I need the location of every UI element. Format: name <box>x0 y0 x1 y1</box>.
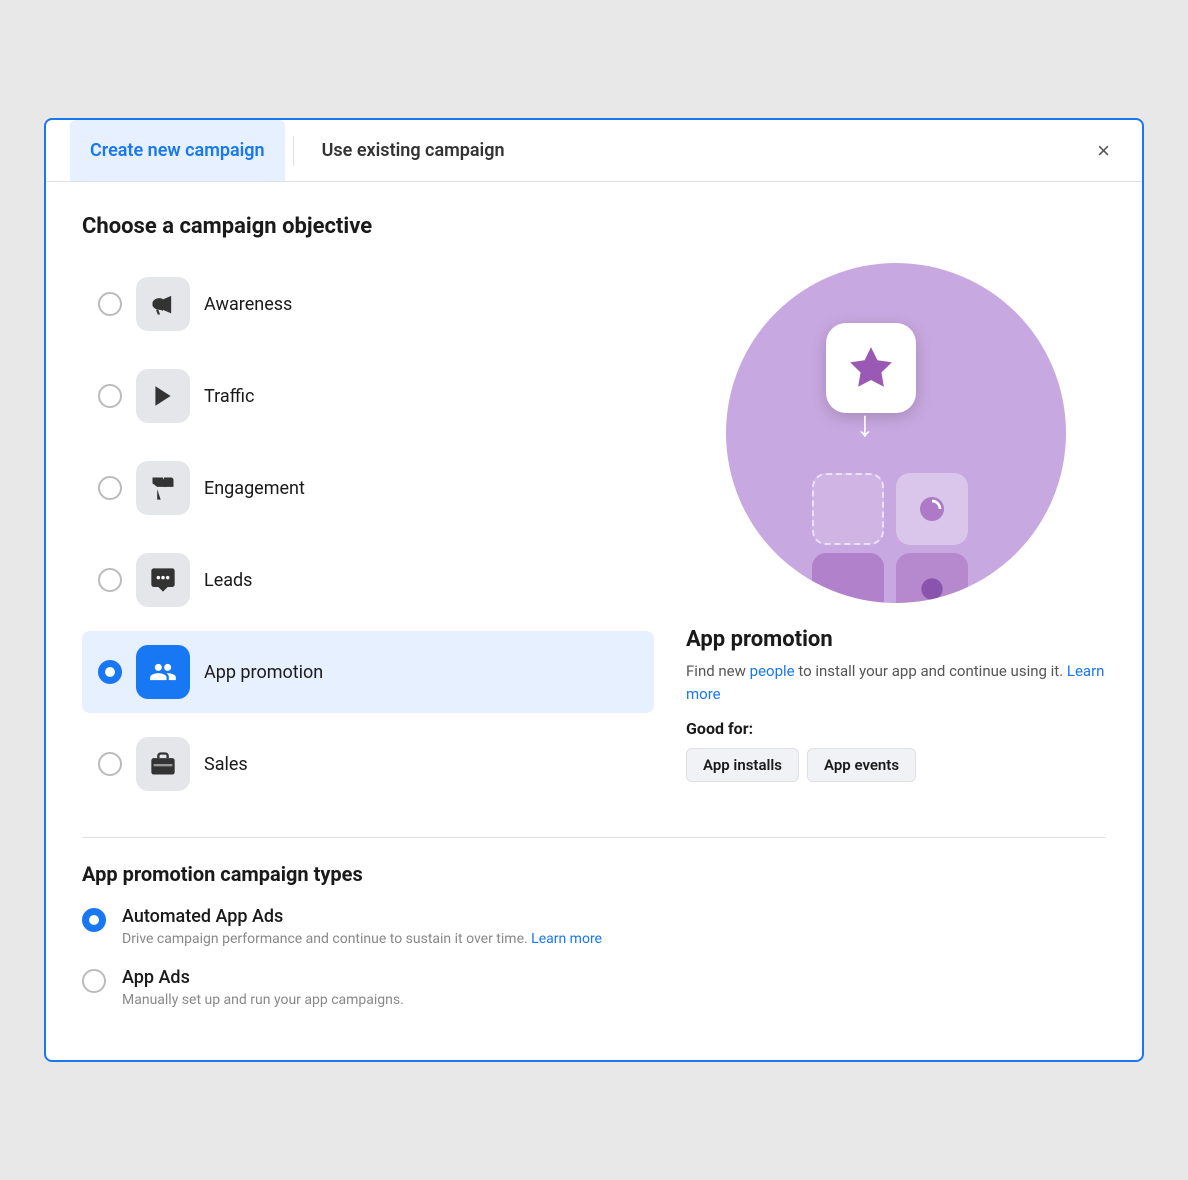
radio-traffic[interactable] <box>98 384 122 408</box>
app-ads-text: App Ads Manually set up and run your app… <box>122 967 404 1008</box>
sales-icon <box>136 737 190 791</box>
radio-automated[interactable] <box>82 908 106 932</box>
app-cell-3 <box>812 553 884 603</box>
automated-desc: Drive campaign performance and continue … <box>122 931 602 947</box>
app-cell-2 <box>896 473 968 545</box>
app-ads-desc: Manually set up and run your app campaig… <box>122 992 404 1008</box>
objective-app-promotion[interactable]: App promotion <box>82 631 654 713</box>
sales-label: Sales <box>204 754 248 775</box>
people-link[interactable]: people <box>750 662 795 680</box>
objective-sales[interactable]: Sales <box>82 723 654 805</box>
automated-text: Automated App Ads Drive campaign perform… <box>122 906 602 947</box>
modal-body: Choose a campaign objective <box>46 182 1142 1060</box>
campaign-types-title: App promotion campaign types <box>82 862 1106 886</box>
tab-create-new[interactable]: Create new campaign <box>70 120 285 181</box>
app-promotion-label: App promotion <box>204 662 323 683</box>
engagement-label: Engagement <box>204 478 305 499</box>
radio-engagement[interactable] <box>98 476 122 500</box>
description-text-1: Find new <box>686 662 750 680</box>
preview-illustration: ↓ <box>726 263 1066 603</box>
tab-use-existing[interactable]: Use existing campaign <box>302 120 525 181</box>
content-grid: Awareness Traffic <box>82 263 1106 805</box>
tag-app-events: App events <box>807 748 916 782</box>
awareness-label: Awareness <box>204 294 292 315</box>
tab-separator <box>293 136 294 166</box>
modal-container: Create new campaign Use existing campaig… <box>44 118 1144 1062</box>
preview-title: App promotion <box>686 627 1106 652</box>
tab-header: Create new campaign Use existing campaig… <box>46 120 1142 182</box>
app-promotion-icon <box>136 645 190 699</box>
objective-leads[interactable]: Leads <box>82 539 654 621</box>
automated-name: Automated App Ads <box>122 906 602 927</box>
description-text-2: to install your app and continue using i… <box>795 662 1064 680</box>
app-grid <box>812 473 972 603</box>
awareness-icon <box>136 277 190 331</box>
good-for-title: Good for: <box>686 719 1106 738</box>
right-column: ↓ <box>686 263 1106 805</box>
automated-learn-more[interactable]: Learn more <box>531 931 602 947</box>
tag-list: App installs App events <box>686 748 1106 782</box>
engagement-icon <box>136 461 190 515</box>
radio-app-promotion[interactable] <box>98 660 122 684</box>
arrow-down-icon: ↓ <box>856 403 874 445</box>
radio-awareness[interactable] <box>98 292 122 316</box>
radio-sales[interactable] <box>98 752 122 776</box>
radio-app-ads[interactable] <box>82 969 106 993</box>
close-button[interactable]: × <box>1089 130 1118 172</box>
app-ads-name: App Ads <box>122 967 404 988</box>
objective-engagement[interactable]: Engagement <box>82 447 654 529</box>
section-divider <box>82 837 1106 838</box>
floating-app-icon <box>826 323 916 413</box>
app-cell-4 <box>896 553 968 603</box>
campaign-type-automated[interactable]: Automated App Ads Drive campaign perform… <box>82 906 1106 947</box>
traffic-icon <box>136 369 190 423</box>
objective-traffic[interactable]: Traffic <box>82 355 654 437</box>
left-column: Awareness Traffic <box>82 263 654 805</box>
objective-awareness[interactable]: Awareness <box>82 263 654 345</box>
app-cell-1 <box>812 473 884 545</box>
preview-description: Find new people to install your app and … <box>686 660 1106 705</box>
tag-app-installs: App installs <box>686 748 799 782</box>
campaign-type-app-ads[interactable]: App Ads Manually set up and run your app… <box>82 967 1106 1008</box>
objective-list: Awareness Traffic <box>82 263 654 805</box>
radio-leads[interactable] <box>98 568 122 592</box>
leads-label: Leads <box>204 570 252 591</box>
traffic-label: Traffic <box>204 386 254 407</box>
leads-icon <box>136 553 190 607</box>
section-title: Choose a campaign objective <box>82 214 1106 239</box>
